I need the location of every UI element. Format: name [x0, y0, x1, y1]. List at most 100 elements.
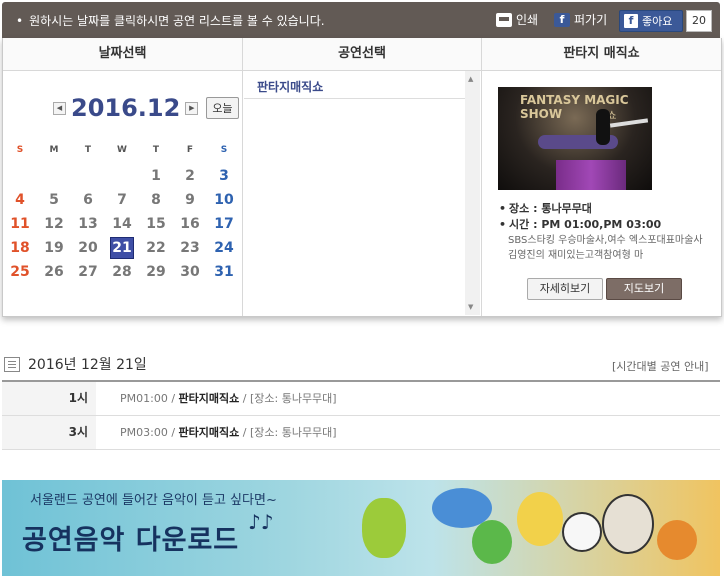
table-row: 1시 PM01:00 / 판타지매직쇼 / [장소: 통나무무대] [2, 382, 720, 416]
calendar-day [105, 164, 139, 188]
date-column-header: 날짜선택 [3, 38, 242, 71]
selection-panel: 날짜선택 공연선택 판타지 매직쇼 ◀ 2016.12 ▶ 오늘 S M T W… [2, 38, 722, 317]
today-button[interactable]: 오늘 [206, 97, 239, 119]
calendar-day[interactable]: 30 [173, 260, 207, 284]
character-orange-icon [657, 520, 697, 560]
schedule-hour: 1시 [2, 382, 96, 415]
next-month-icon[interactable]: ▶ [185, 101, 199, 115]
divider [242, 38, 243, 316]
weekday-label: F [186, 145, 194, 155]
calendar-day[interactable]: 26 [37, 260, 71, 284]
calendar-day[interactable]: 6 [71, 188, 105, 212]
detail-column-header: 판타지 매직쇼 [482, 38, 721, 71]
share-button[interactable]: f 퍼가기 [554, 11, 607, 28]
weekday-label: S [220, 145, 228, 155]
calendar-day[interactable]: 27 [71, 260, 105, 284]
calendar-day[interactable]: 31 [207, 260, 241, 284]
calendar-day-selected[interactable]: 21 [105, 236, 139, 260]
character-frog-icon [472, 520, 512, 564]
print-label: 인쇄 [516, 13, 539, 27]
like-button[interactable]: f 좋아요 [619, 10, 683, 32]
prev-month-icon[interactable]: ◀ [53, 101, 66, 115]
schedule-show-name[interactable]: 판타지매직쇼 [179, 426, 240, 439]
weekday-label: M [49, 145, 59, 155]
calendar-day[interactable]: 11 [3, 212, 37, 236]
schedule-title: 2016년 12월 21일 [4, 354, 147, 374]
calendar-grid: S M T W T F S 1 2 3 4 5 6 7 8 9 10 11 12… [3, 136, 241, 284]
scroll-up-icon[interactable]: ▲ [468, 75, 473, 83]
show-venue: 장소 : 통나무무대 [499, 200, 592, 216]
show-image-banner: FANTASY MAGIC SHOW [520, 93, 629, 121]
schedule-entry: PM03:00 / 판타지매직쇼 / [장소: 통나무무대] [120, 416, 337, 449]
schedule-show-name[interactable]: 판타지매직쇼 [179, 392, 240, 405]
show-image-table [556, 160, 626, 190]
selected-day-label: 21 [110, 237, 134, 259]
weekday-label: T [152, 145, 160, 155]
calendar-day[interactable]: 18 [3, 236, 37, 260]
calendar-day[interactable]: 19 [37, 236, 71, 260]
detail-button[interactable]: 자세히보기 [527, 278, 603, 300]
calendar-day[interactable]: 2 [173, 164, 207, 188]
weekday-label: T [84, 145, 92, 155]
music-download-banner[interactable]: 서울랜드 공연에 들어간 음악이 듣고 싶다면~ 공연음악 다운로드 ♪♪ [2, 480, 720, 576]
printer-icon [496, 12, 512, 27]
calendar-day[interactable]: 3 [207, 164, 241, 188]
calendar-day[interactable]: 22 [139, 236, 173, 260]
calendar-day [71, 164, 105, 188]
time-guide-link[interactable]: [시간대별 공연 안내] [612, 358, 709, 374]
calendar-day[interactable]: 10 [207, 188, 241, 212]
schedule-venue: / [장소: 통나무무대] [239, 426, 337, 439]
calendar-day[interactable]: 5 [37, 188, 71, 212]
like-count: 20 [686, 10, 712, 32]
calendar-day[interactable]: 7 [105, 188, 139, 212]
character-raccoon-icon [602, 494, 654, 554]
notice-text: 원하시는 날짜를 클릭하시면 공연 리스트를 볼 수 있습니다. [16, 12, 324, 29]
schedule-hour: 3시 [2, 416, 96, 449]
calendar-day[interactable]: 9 [173, 188, 207, 212]
calendar-day[interactable]: 17 [207, 212, 241, 236]
schedule-time: PM01:00 / [120, 392, 179, 405]
calendar-day[interactable]: 24 [207, 236, 241, 260]
list-icon [4, 356, 20, 372]
scroll-down-icon[interactable]: ▼ [468, 303, 473, 311]
share-label: 퍼가기 [574, 13, 608, 27]
schedule-table: 1시 PM01:00 / 판타지매직쇼 / [장소: 통나무무대] 3시 PM0… [2, 380, 720, 450]
show-image: FANTASY MAGIC SHOW 직쇼 [498, 87, 652, 190]
divider [481, 38, 482, 316]
show-time: 시간 : PM 01:00,PM 03:00 [499, 216, 661, 232]
schedule-venue: / [장소: 통나무무대] [239, 392, 337, 405]
calendar-day[interactable]: 25 [3, 260, 37, 284]
weekday-label: S [16, 145, 24, 155]
calendar-day[interactable]: 16 [173, 212, 207, 236]
character-green-icon [362, 498, 406, 558]
print-button[interactable]: 인쇄 [496, 11, 538, 28]
calendar-day[interactable]: 13 [71, 212, 105, 236]
calendar-day[interactable]: 20 [71, 236, 105, 260]
calendar-day[interactable]: 1 [139, 164, 173, 188]
calendar-day[interactable]: 14 [105, 212, 139, 236]
schedule-time: PM03:00 / [120, 426, 179, 439]
calendar-month: 2016.12 [71, 94, 181, 122]
banner-title: 공연음악 다운로드 [22, 525, 240, 556]
top-bar: 원하시는 날짜를 클릭하시면 공연 리스트를 볼 수 있습니다. 인쇄 f 퍼가… [2, 2, 720, 38]
weekday-label: W [117, 145, 127, 155]
like-label: 좋아요 [642, 15, 673, 28]
calendar-day[interactable]: 28 [105, 260, 139, 284]
table-row: 3시 PM03:00 / 판타지매직쇼 / [장소: 통나무무대] [2, 416, 720, 450]
calendar-day[interactable]: 23 [173, 236, 207, 260]
show-list-item[interactable]: 판타지매직쇼 [257, 78, 323, 95]
show-description: SBS스타킹 우승마술사,여수 엑스포대표마술사김영진의 재미있는고객참여형 마 [508, 235, 703, 261]
calendar-day[interactable]: 15 [139, 212, 173, 236]
calendar-day[interactable]: 8 [139, 188, 173, 212]
show-list-scrollbar[interactable]: ▲ ▼ [465, 71, 480, 315]
calendar-day[interactable]: 4 [3, 188, 37, 212]
calendar-day [3, 164, 37, 188]
calendar-day [37, 164, 71, 188]
calendar-day[interactable]: 12 [37, 212, 71, 236]
music-note-icon: ♪♪ [248, 510, 274, 534]
character-yellow-icon [517, 492, 563, 546]
character-face-icon [562, 512, 602, 552]
show-column-header: 공연선택 [243, 38, 481, 71]
map-button[interactable]: 지도보기 [606, 278, 682, 300]
calendar-day[interactable]: 29 [139, 260, 173, 284]
